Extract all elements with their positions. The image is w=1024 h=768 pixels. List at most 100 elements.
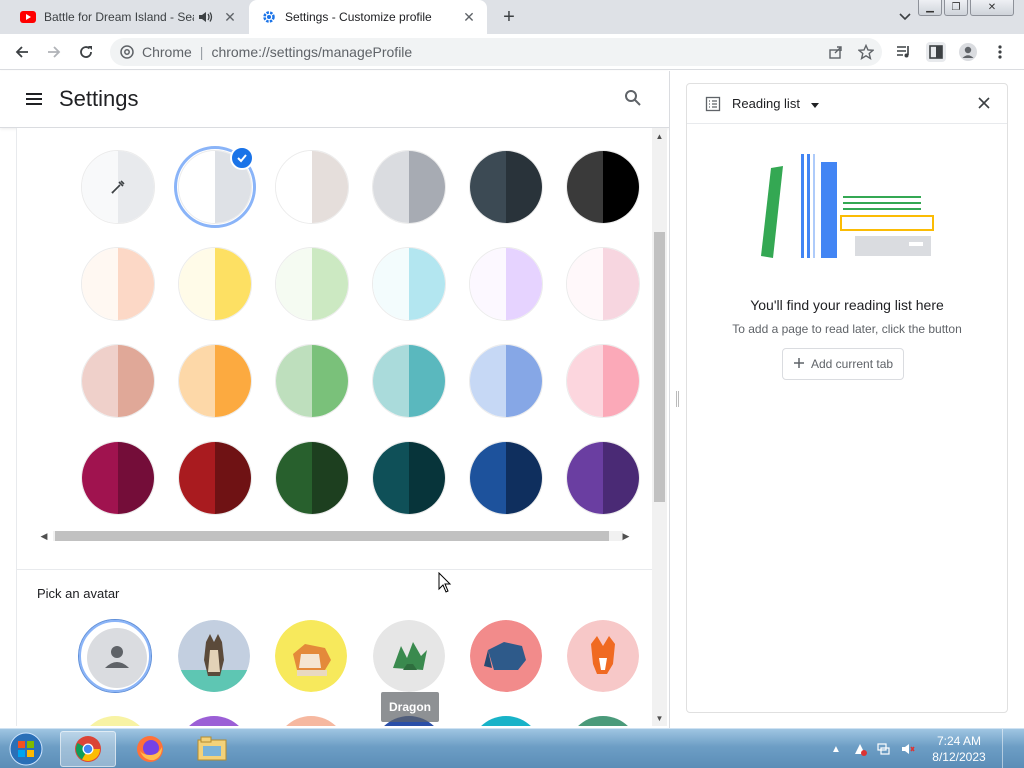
- close-tab-icon[interactable]: ✕: [222, 9, 238, 25]
- start-button[interactable]: [4, 730, 48, 768]
- taskbar-firefox[interactable]: [122, 731, 178, 767]
- close-window-button[interactable]: ✕: [970, 0, 1014, 16]
- forward-button[interactable]: [42, 40, 66, 64]
- avatar-generic[interactable]: [78, 619, 152, 693]
- theme-color-swatch[interactable]: [469, 150, 543, 224]
- close-tab-icon[interactable]: ✕: [461, 9, 477, 25]
- reload-button[interactable]: [74, 40, 98, 64]
- avatar-tooltip: Dragon: [381, 692, 439, 722]
- avatar-cat[interactable]: [178, 620, 250, 692]
- theme-color-swatch[interactable]: [81, 344, 155, 418]
- tab-battle-for-dream-island[interactable]: Battle for Dream Island - Sea ✕: [8, 0, 248, 34]
- horizontal-scrollbar[interactable]: ◀ ▶: [37, 528, 637, 544]
- avatar-row2-1[interactable]: [79, 716, 151, 726]
- clock-date: 8/12/2023: [932, 750, 986, 764]
- theme-color-swatch[interactable]: [566, 150, 640, 224]
- theme-color-swatch[interactable]: [372, 247, 446, 321]
- settings-header: Settings: [0, 71, 669, 128]
- avatar-elephant[interactable]: [470, 620, 542, 692]
- empty-state-subtitle: To add a page to read later, click the b…: [732, 322, 962, 336]
- list-icon: [705, 96, 721, 112]
- side-panel-icon[interactable]: [926, 42, 946, 62]
- theme-color-swatch[interactable]: [372, 344, 446, 418]
- taskbar-file-explorer[interactable]: [184, 731, 240, 767]
- theme-color-swatch[interactable]: [178, 247, 252, 321]
- new-tab-button[interactable]: +: [498, 6, 520, 28]
- reading-list-illustration: [757, 148, 937, 258]
- theme-color-swatch[interactable]: [275, 150, 349, 224]
- dropdown-caret-icon[interactable]: [809, 98, 821, 110]
- window-controls: ▁ ❐ ✕: [918, 0, 1014, 16]
- avatar-row2-3[interactable]: [275, 716, 347, 726]
- theme-color-swatch[interactable]: [469, 441, 543, 515]
- tab-settings[interactable]: Settings - Customize profile ✕: [249, 0, 487, 34]
- theme-color-swatch[interactable]: [81, 441, 155, 515]
- youtube-icon: [20, 9, 36, 25]
- profile-avatar-icon[interactable]: [958, 42, 978, 62]
- customize-profile-content: ◀ ▶ Pick an avatar Dragon: [16, 128, 653, 726]
- scroll-down-arrow[interactable]: ▼: [654, 713, 665, 723]
- scroll-left-arrow[interactable]: ◀: [39, 530, 49, 542]
- side-panel-resize-handle[interactable]: [669, 71, 685, 728]
- system-clock[interactable]: 7:24 AM 8/12/2023: [924, 733, 994, 765]
- vertical-scrollbar[interactable]: ▲ ▼: [652, 128, 667, 726]
- minimize-button[interactable]: ▁: [918, 0, 942, 16]
- show-hidden-icons-icon[interactable]: ▲: [828, 741, 844, 757]
- close-icon[interactable]: [977, 96, 993, 112]
- scrollbar-thumb[interactable]: [654, 232, 665, 502]
- theme-color-swatch[interactable]: [469, 344, 543, 418]
- back-button[interactable]: [10, 40, 34, 64]
- avatar-row2-2[interactable]: [178, 716, 250, 726]
- scroll-right-arrow[interactable]: ▶: [621, 530, 631, 542]
- more-menu-icon[interactable]: [990, 42, 1010, 62]
- bookmark-star-icon[interactable]: [856, 42, 876, 62]
- omnibox-label: Chrome: [142, 44, 192, 60]
- scrollbar-thumb[interactable]: [55, 531, 609, 541]
- theme-color-swatch[interactable]: [81, 247, 155, 321]
- grip-icon: [676, 391, 679, 407]
- reading-list-panel: Reading list You'll find your reading li…: [686, 83, 1008, 713]
- system-tray: ▲ 7:24 AM 8/12/2023: [828, 729, 1016, 768]
- side-panel-title[interactable]: Reading list: [732, 96, 800, 111]
- address-bar[interactable]: Chrome | chrome://settings/manageProfile: [110, 38, 882, 66]
- theme-color-swatch[interactable]: [469, 247, 543, 321]
- media-controls-icon[interactable]: [894, 42, 914, 62]
- theme-color-swatch[interactable]: [372, 441, 446, 515]
- omnibox-separator: |: [199, 44, 204, 60]
- theme-color-swatch[interactable]: [372, 150, 446, 224]
- avatar-corgi[interactable]: [275, 620, 347, 692]
- search-icon[interactable]: [624, 89, 644, 109]
- theme-color-swatch[interactable]: [178, 344, 252, 418]
- theme-color-swatch[interactable]: [275, 344, 349, 418]
- theme-color-swatch[interactable]: [566, 441, 640, 515]
- menu-icon[interactable]: [24, 89, 44, 109]
- section-divider: [17, 569, 652, 570]
- theme-color-swatch[interactable]: [81, 150, 155, 224]
- avatar-dragon[interactable]: [373, 620, 445, 692]
- scroll-up-arrow[interactable]: ▲: [654, 131, 665, 141]
- avatar-row2-5[interactable]: [470, 716, 542, 726]
- theme-color-swatch[interactable]: [275, 441, 349, 515]
- tab-strip: Battle for Dream Island - Sea ✕ Settings…: [0, 0, 1024, 34]
- firefox-icon: [137, 736, 163, 762]
- theme-color-swatch[interactable]: [275, 247, 349, 321]
- speaker-icon[interactable]: [198, 9, 214, 25]
- chrome-icon: [75, 736, 101, 762]
- action-center-icon[interactable]: [852, 741, 868, 757]
- mouse-cursor-icon: [438, 571, 452, 599]
- chevron-down-icon[interactable]: [896, 8, 914, 26]
- taskbar-chrome[interactable]: [60, 731, 116, 767]
- volume-muted-icon[interactable]: [900, 741, 916, 757]
- network-icon[interactable]: [876, 741, 892, 757]
- avatar-row2-6[interactable]: [567, 716, 639, 726]
- theme-color-swatch[interactable]: [178, 441, 252, 515]
- avatar-fox[interactable]: [567, 620, 639, 692]
- chrome-icon: [119, 44, 135, 60]
- add-current-tab-button[interactable]: Add current tab: [782, 348, 905, 380]
- person-icon: [87, 628, 147, 688]
- theme-color-swatch[interactable]: [566, 247, 640, 321]
- theme-color-swatch[interactable]: [566, 344, 640, 418]
- restore-button[interactable]: ❐: [944, 0, 968, 16]
- show-desktop-button[interactable]: [1002, 729, 1016, 768]
- share-icon[interactable]: [826, 42, 846, 62]
